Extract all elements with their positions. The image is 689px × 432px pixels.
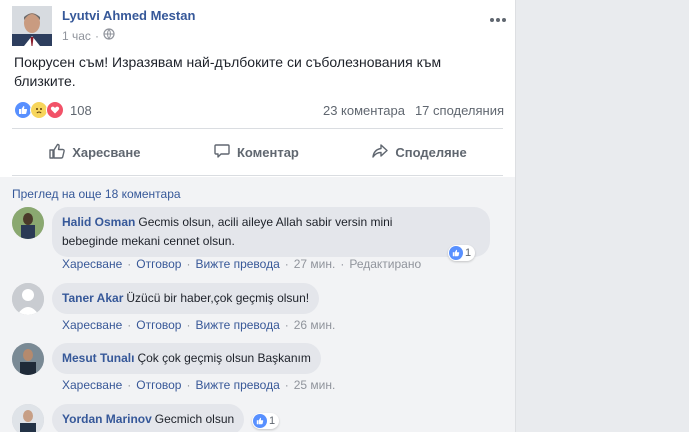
post-card: Lyutvi Ahmed Mestan 1 час · Покрусен съм…	[0, 0, 516, 432]
divider	[12, 175, 503, 176]
share-button[interactable]: Споделяне	[371, 142, 467, 163]
comment-like-link[interactable]: Харесване	[62, 318, 122, 332]
dot-separator: ·	[284, 318, 289, 332]
like-button-label: Харесване	[72, 144, 141, 160]
comment-text: Gecmis olsun, acili aileye Allah sabir v…	[138, 215, 393, 229]
commenter-avatar[interactable]	[12, 207, 44, 239]
comment-time[interactable]: 25 мин.	[294, 378, 336, 392]
comment-reaction-count: 1	[465, 247, 472, 259]
commenter-name[interactable]: Taner Akar	[62, 291, 123, 305]
comments-section: Преглед на още 18 коментара Halid Osman G…	[0, 177, 515, 432]
divider	[12, 128, 503, 129]
like-reaction-icon	[449, 246, 463, 260]
comment-button-label: Коментар	[236, 144, 299, 160]
commenter-avatar[interactable]	[12, 283, 44, 315]
like-button[interactable]: Харесване	[48, 142, 140, 163]
comment-reply-link[interactable]: Отговор	[136, 378, 181, 392]
comment-text: Gecmich olsun	[154, 412, 235, 426]
share-button-label: Споделяне	[395, 144, 467, 160]
post-meta: 1 час ·	[62, 28, 115, 43]
translate-link[interactable]: Вижте превода	[195, 378, 279, 392]
comment-text: Çok çok geçmiş olsun Başkanım	[137, 351, 311, 365]
speech-bubble-icon	[213, 142, 231, 163]
comment-button[interactable]: Коментар	[213, 142, 299, 163]
comment-actions: Харесване · Отговор · Вижте превода · 27 ми…	[62, 257, 421, 271]
translate-link[interactable]: Вижте превода	[195, 318, 279, 332]
comment-text: bebeginde mekani cennet olsun.	[62, 234, 235, 248]
dot-separator: ·	[127, 257, 132, 271]
edited-label[interactable]: Редактирано	[349, 257, 421, 271]
commenter-name[interactable]: Yordan Marinov	[62, 412, 152, 426]
post-stats-right: 23 коментара 17 споделяния	[323, 103, 504, 118]
comment-reaction-count: 1	[269, 415, 276, 427]
share-arrow-icon	[371, 142, 389, 163]
post-stats: 108 23 коментара 17 споделяния	[14, 100, 504, 120]
post-author-name[interactable]: Lyutvi Ahmed Mestan	[62, 8, 195, 23]
dot-separator: ·	[284, 378, 289, 392]
post-text-line: близките.	[14, 73, 76, 89]
globe-icon	[103, 28, 115, 43]
dot-separator: ·	[127, 378, 132, 392]
comment-actions: Харесване · Отговор · Вижте превода · 26 ми…	[62, 318, 335, 332]
comment-bubble: Yordan Marinov Gecmich olsun	[52, 404, 245, 432]
commenter-avatar[interactable]	[12, 404, 44, 432]
dot-separator: ·	[186, 257, 191, 271]
dot-separator: ·	[284, 257, 289, 271]
dot-separator: ·	[186, 378, 191, 392]
comment-reply-link[interactable]: Отговор	[136, 318, 181, 332]
comment-time[interactable]: 27 мин.	[294, 257, 336, 271]
comment-time[interactable]: 26 мин.	[294, 318, 336, 332]
post-actions: Харесване Коментар Споделяне	[12, 136, 503, 168]
comment-bubble: Taner Akar Üzücü bir haber,çok geçmiş ols…	[52, 283, 320, 314]
commenter-name[interactable]: Halid Osman	[62, 215, 135, 229]
reaction-count[interactable]: 108	[70, 103, 92, 118]
post-text: Покрусен съм! Изразявам най-дълбоките си…	[14, 53, 484, 91]
commenter-name[interactable]: Mesut Tunalı	[62, 351, 134, 365]
comment-reaction-badge[interactable]: 1	[448, 245, 476, 261]
comment-reply-link[interactable]: Отговор	[136, 257, 181, 271]
comment-like-link[interactable]: Харесване	[62, 378, 122, 392]
reactions-summary[interactable]: 108	[14, 101, 92, 119]
comment-item: Halid Osman Gecmis olsun, acili aileye Al…	[12, 207, 502, 277]
post-time[interactable]: 1 час	[62, 29, 91, 43]
dot-separator: ·	[127, 318, 132, 332]
comment-item: Mesut Tunalı Çok çok geçmiş olsun Başkanı…	[12, 343, 502, 399]
commenter-avatar[interactable]	[12, 343, 44, 375]
thumbs-up-icon	[48, 142, 66, 163]
comment-item: Taner Akar Üzücü bir haber,çok geçmiş ols…	[12, 283, 502, 339]
more-options-icon[interactable]	[489, 10, 507, 28]
comment-text: Üzücü bir haber,çok geçmiş olsun!	[126, 291, 310, 305]
comment-bubble: Mesut Tunalı Çok çok geçmiş olsun Başkanı…	[52, 343, 321, 374]
translate-link[interactable]: Вижте превода	[195, 257, 279, 271]
shares-count[interactable]: 17 споделяния	[415, 103, 504, 118]
comment-actions: Харесване · Отговор · Вижте превода · 25 ми…	[62, 378, 335, 392]
love-reaction-icon	[46, 101, 64, 119]
comment-like-link[interactable]: Харесване	[62, 257, 122, 271]
dot-separator: ·	[340, 257, 345, 271]
post-text-line: Покрусен съм! Изразявам най-дълбоките си…	[14, 54, 442, 70]
view-more-comments-link[interactable]: Преглед на още 18 коментара	[12, 187, 181, 201]
comment-reaction-badge[interactable]: 1	[252, 413, 280, 429]
comment-bubble: Halid Osman Gecmis olsun, acili aileye Al…	[52, 207, 490, 257]
author-avatar[interactable]	[12, 6, 52, 46]
meta-separator: ·	[94, 28, 99, 43]
post-header: Lyutvi Ahmed Mestan 1 час ·	[12, 6, 507, 46]
like-reaction-icon	[253, 414, 267, 428]
dot-separator: ·	[186, 318, 191, 332]
comments-count[interactable]: 23 коментара	[323, 103, 405, 118]
comment-item: Yordan Marinov Gecmich olsun 1	[12, 404, 502, 432]
